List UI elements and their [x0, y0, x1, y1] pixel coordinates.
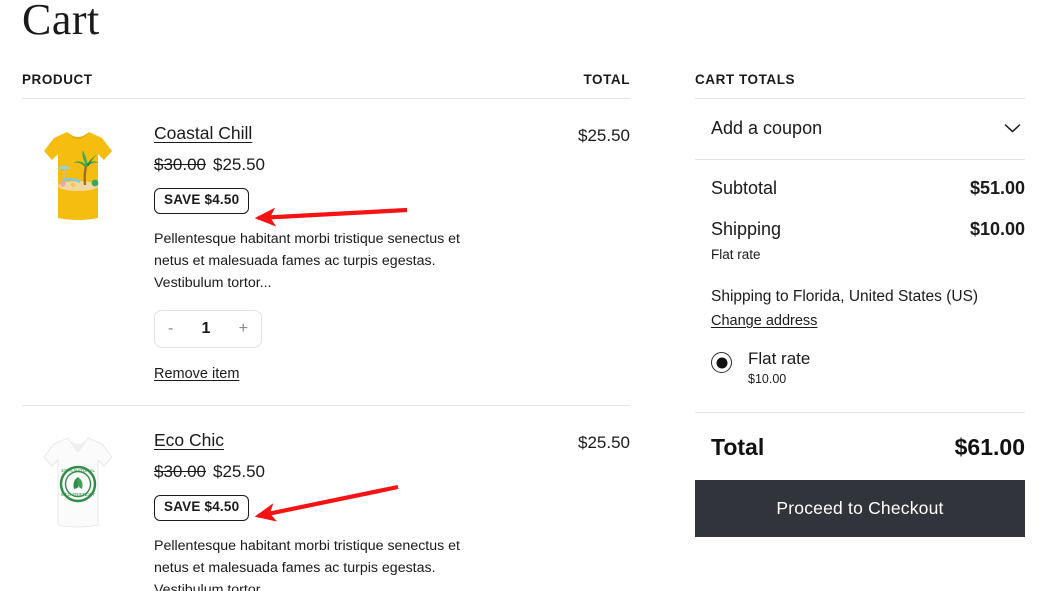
- shipping-method-price: $10.00: [748, 372, 787, 386]
- quantity-stepper[interactable]: - 1 +: [154, 309, 262, 348]
- change-address-link[interactable]: Change address: [711, 313, 817, 329]
- grand-total-label: Total: [711, 434, 765, 460]
- product-price-line: $30.00 $25.50: [154, 462, 496, 482]
- product-description: Pellentesque habitant morbi tristique se…: [154, 230, 461, 291]
- shipping-value: $10.00: [969, 219, 1025, 239]
- column-header-total: TOTAL: [583, 72, 630, 87]
- white-vneck-eco-badge-image[interactable]: 100% NATURAL ECO FRIENDLY: [40, 432, 116, 530]
- price-original: $30.00: [154, 461, 206, 481]
- svg-text:ECO FRIENDLY: ECO FRIENDLY: [61, 492, 95, 497]
- svg-text:100% NATURAL: 100% NATURAL: [61, 468, 96, 473]
- table-row: Coastal Chill $30.00 $25.50 SAVE $4.50 Pe…: [22, 99, 630, 406]
- yellow-tshirt-beach-print-image[interactable]: [40, 125, 116, 223]
- price-discounted: $25.50: [213, 155, 265, 174]
- price-original: $30.00: [154, 155, 206, 174]
- column-header-product: PRODUCT: [22, 72, 93, 87]
- cart-page: Cart PRODUCT TOTAL Coastal Chill $30.00 …: [0, 0, 1051, 591]
- quantity-value: 1: [201, 319, 211, 337]
- shipping-method-note: Flat rate: [711, 247, 761, 262]
- shipping-label: Shipping: [711, 219, 782, 239]
- line-total: $25.50: [578, 126, 630, 145]
- shipping-method-name: Flat rate: [748, 349, 811, 368]
- shipping-method-details: Flat rate $10.00: [748, 349, 810, 386]
- chevron-down-icon: [1004, 123, 1021, 134]
- subtotal-label: Subtotal: [711, 178, 778, 198]
- add-coupon-label: Add a coupon: [711, 118, 823, 138]
- product-price-line: $30.00 $25.50: [154, 155, 496, 175]
- quantity-increment-button[interactable]: +: [239, 320, 248, 337]
- page-title: Cart: [22, 0, 100, 44]
- remove-item-link[interactable]: Remove item: [154, 366, 239, 382]
- proceed-to-checkout-button[interactable]: Proceed to Checkout: [695, 480, 1025, 537]
- cart-table-header: PRODUCT TOTAL: [22, 72, 630, 99]
- radio-selected-icon[interactable]: [711, 352, 732, 373]
- line-total: $25.50: [578, 432, 630, 452]
- product-link-coastal-chill[interactable]: Coastal Chill: [154, 123, 252, 144]
- shipping-destination-text: Shipping to Florida, United States (US): [711, 288, 979, 305]
- grand-total-value: $61.00: [954, 434, 1025, 460]
- status-badge-save[interactable]: SAVE $4.50: [154, 494, 250, 521]
- quantity-decrement-button[interactable]: -: [168, 320, 173, 337]
- product-description: Pellentesque habitant morbi tristique se…: [154, 537, 461, 591]
- totals-body: Subtotal $51.00 Shipping $10.00 Flat rat…: [695, 160, 1025, 386]
- add-coupon-toggle[interactable]: Add a coupon: [695, 99, 1025, 160]
- shipping-method-option-flat-rate[interactable]: Flat rate $10.00: [711, 349, 1025, 386]
- status-badge-save[interactable]: SAVE $4.50: [154, 188, 250, 214]
- subtotal-row: Subtotal $51.00: [711, 178, 1025, 199]
- table-row: 100% NATURAL ECO FRIENDLY Eco Chic $30.0…: [22, 406, 630, 591]
- product-link-eco-chic[interactable]: Eco Chic: [154, 430, 224, 451]
- shipping-row: Shipping $10.00: [711, 219, 1025, 240]
- product-thumbnail-cell: [22, 123, 154, 383]
- cart-totals-panel: CART TOTALS Add a coupon Subtotal $51.00…: [695, 72, 1025, 537]
- cart-totals-heading: CART TOTALS: [695, 72, 1025, 99]
- grand-total-row: Total $61.00: [695, 413, 1025, 480]
- product-thumbnail-cell: 100% NATURAL ECO FRIENDLY: [22, 430, 154, 591]
- subtotal-value: $51.00: [969, 178, 1025, 198]
- product-details-cell: Coastal Chill $30.00 $25.50 SAVE $4.50 Pe…: [154, 123, 510, 383]
- cart-items-section: PRODUCT TOTAL Coastal Chill $30.00 $25.5…: [22, 72, 630, 591]
- product-details-cell: Eco Chic $30.00 $25.50 SAVE $4.50 Pellent…: [154, 430, 510, 591]
- price-discounted: $25.50: [213, 461, 265, 481]
